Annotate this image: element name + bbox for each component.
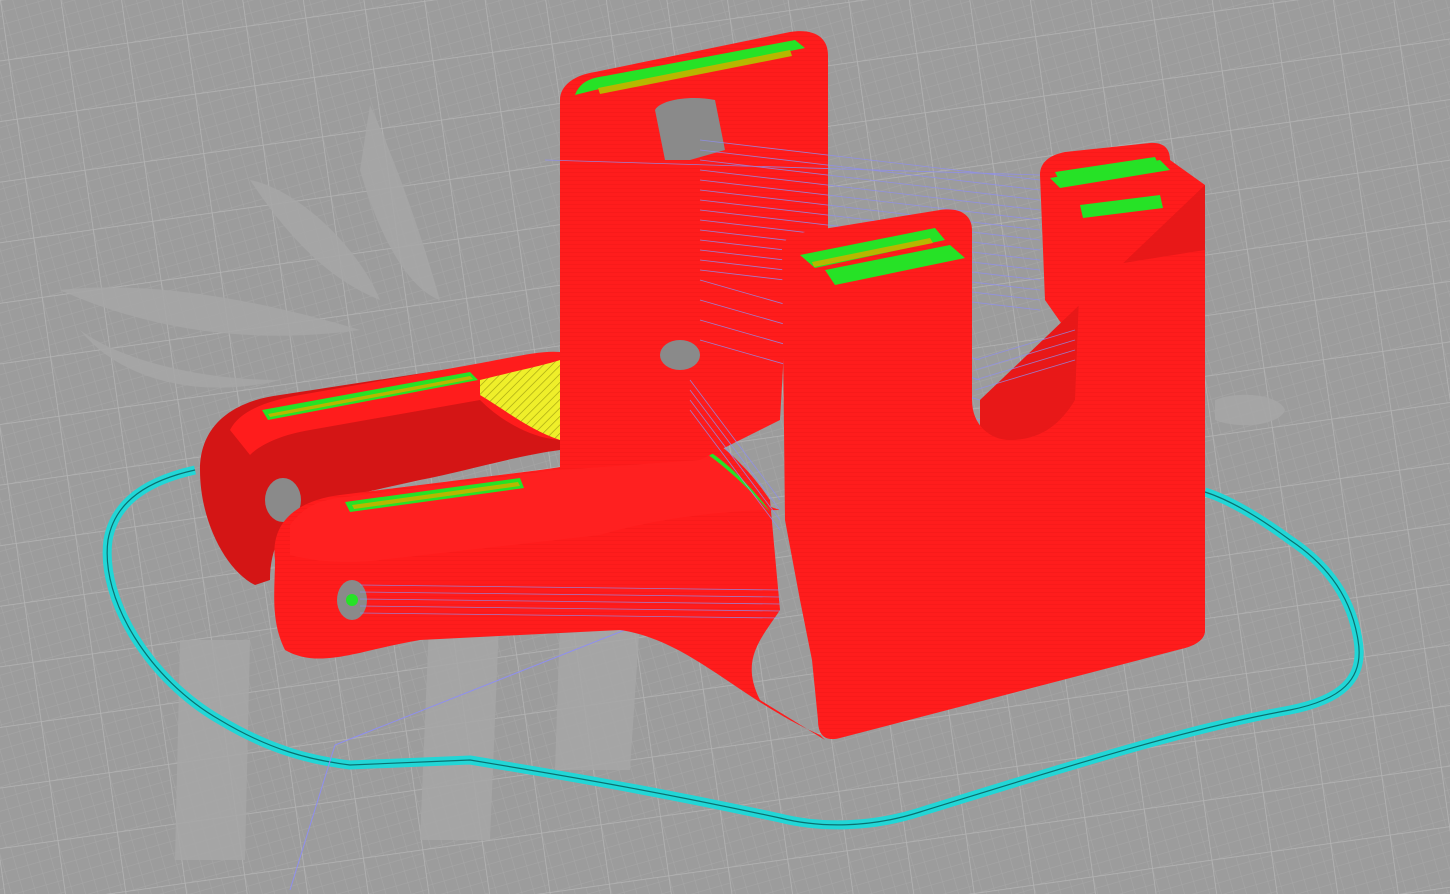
scene-canvas[interactable] [0,0,1450,894]
gcode-preview-viewport[interactable] [0,0,1450,894]
